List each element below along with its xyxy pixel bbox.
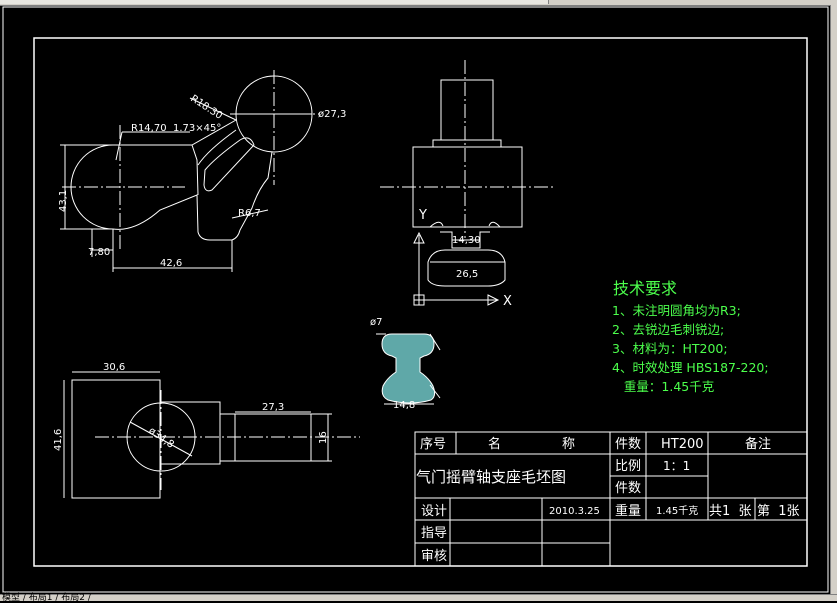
tb-scale-value: 1：1 bbox=[663, 459, 690, 473]
tb-date: 2010.3.25 bbox=[549, 506, 600, 517]
part-section-view bbox=[376, 333, 441, 405]
tb-drawing-title: 气门摇臂轴支座毛坯图 bbox=[416, 468, 566, 486]
boss-shoulder bbox=[432, 139, 502, 148]
tb-weight-value: 1.45千克 bbox=[656, 505, 698, 517]
tb-title-char: 称 bbox=[562, 437, 575, 452]
tech-req-line: 4、时效处理 HBS187-220; bbox=[612, 360, 769, 375]
tb-no: 序号 bbox=[420, 437, 446, 452]
tech-req-line: 1、未注明圆角均为R3; bbox=[612, 303, 741, 318]
ucs-label-x: X bbox=[503, 294, 512, 309]
ucs-label-y: Y bbox=[418, 208, 427, 223]
body-lower-edge bbox=[112, 194, 232, 250]
dim-bottom: 14,8 bbox=[393, 400, 415, 411]
tech-req-line: 3、材料为：HT200; bbox=[612, 341, 728, 356]
tech-req-line: 重量：1.45千克 bbox=[612, 379, 714, 394]
foot bbox=[427, 249, 506, 287]
tb-name: 名 bbox=[488, 436, 501, 452]
tb-design-label: 设计 bbox=[421, 504, 447, 519]
tb-material: HT200 bbox=[661, 437, 704, 452]
dim-outer: 26,5 bbox=[456, 269, 478, 280]
leader bbox=[115, 131, 123, 161]
dim-diameter-small: ø7 bbox=[370, 317, 382, 328]
tech-req-title: 技术要求 bbox=[613, 279, 677, 298]
dim-diameter-boss: ø27,3 bbox=[318, 109, 346, 120]
dim-chamfer: 1.73×45° bbox=[173, 123, 221, 134]
tb-guide-label: 指导 bbox=[421, 526, 447, 541]
title-block bbox=[414, 431, 808, 567]
tb-sheets-total: 共1 张 bbox=[709, 504, 752, 519]
tech-req-line: 2、去锐边毛刺锐边; bbox=[612, 322, 724, 337]
tb-qty: 件数 bbox=[615, 437, 641, 452]
drawing-frame bbox=[33, 37, 808, 567]
tb-remark: 备注 bbox=[745, 436, 771, 452]
upper-boss bbox=[440, 79, 494, 141]
dim-boss-width: 27,3 bbox=[262, 402, 284, 413]
part-arm-dimensions: R14,70 1.73×45° R18.30 ø27,3 R6,7 43,1 7… bbox=[58, 93, 346, 269]
cad-drawing-canvas[interactable]: R14,70 1.73×45° R18.30 ø27,3 R6,7 43,1 7… bbox=[0, 0, 830, 594]
dim-height-left: 43,1 bbox=[58, 190, 69, 212]
tb-review-label: 审核 bbox=[421, 549, 447, 564]
dim-radius-inner: R6,7 bbox=[238, 208, 261, 219]
plate bbox=[71, 379, 161, 499]
dim-radius-left: R14,70 bbox=[131, 123, 167, 134]
tb-weight-label: 重量 bbox=[615, 503, 641, 519]
tb-count-label: 件数 bbox=[615, 481, 641, 496]
tb-scale-label: 比例 bbox=[615, 459, 641, 474]
part-top-dimensions: 30,6 41,6 27,3 16 ø34,8 bbox=[53, 362, 329, 451]
tb-sheet-no: 第 1张 bbox=[757, 504, 800, 519]
part-top-view bbox=[63, 371, 360, 499]
slot bbox=[203, 137, 255, 192]
dim-height: 41,6 bbox=[53, 429, 64, 451]
section-hatch bbox=[381, 333, 436, 404]
dim-radius-top: R18.30 bbox=[188, 93, 224, 122]
title-block-frame bbox=[414, 431, 808, 567]
dim-width-bottom: 42,6 bbox=[160, 258, 182, 269]
dim-inner: 14,30 bbox=[452, 235, 481, 246]
technical-requirements: 技术要求 1、未注明圆角均为R3; 2、去锐边毛刺锐边; 3、材料为：HT200… bbox=[612, 279, 769, 394]
dim-small-height: 7,80 bbox=[88, 247, 110, 258]
title-block-text: 序号 名 称 件数 HT200 备注 气门摇臂轴支座毛坯图 比例 1：1 件数 … bbox=[416, 436, 800, 564]
body-right-edge bbox=[231, 151, 273, 241]
body-step bbox=[191, 144, 199, 196]
dim-top-width: 30,6 bbox=[103, 362, 125, 373]
vertical-scrollbar[interactable] bbox=[830, 5, 837, 595]
layout-tabs-text[interactable]: 模型 / 布局1 / 布局2 / bbox=[2, 590, 91, 603]
dim-boss-height: 16 bbox=[318, 431, 329, 444]
